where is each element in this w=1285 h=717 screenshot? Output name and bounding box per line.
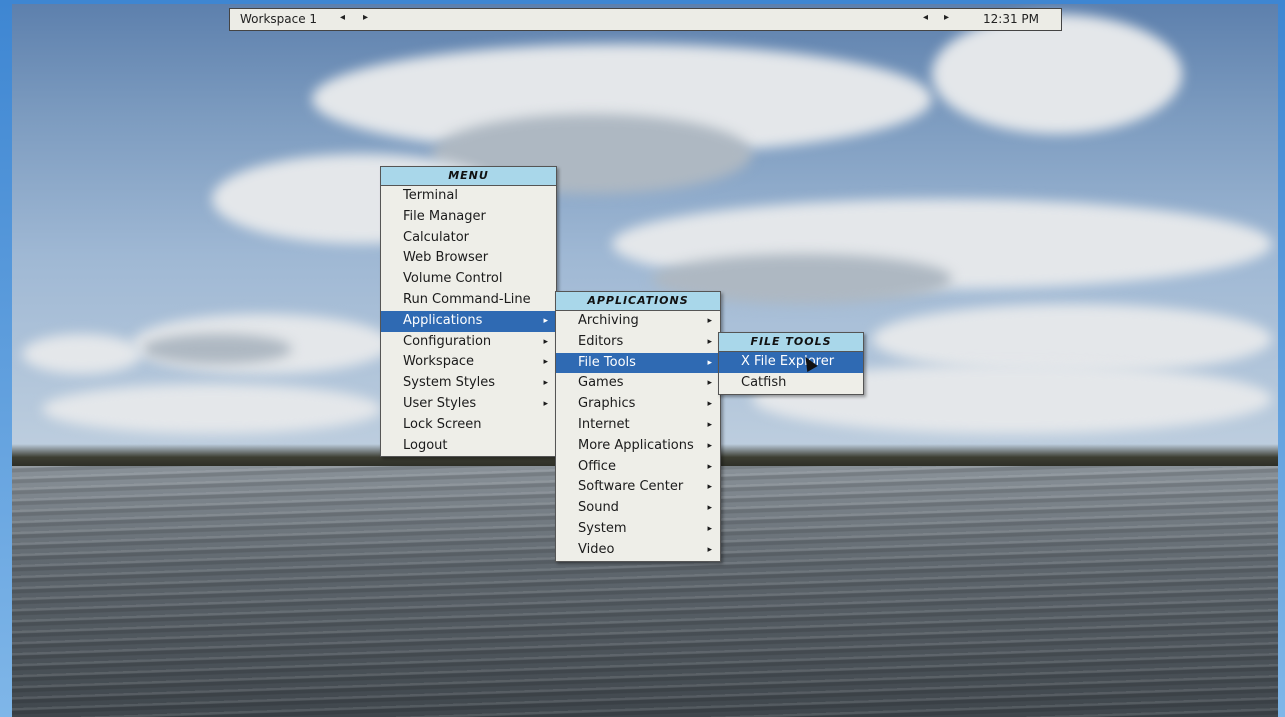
chevron-right-icon: ▸ xyxy=(707,544,712,555)
menu-item-label: X File Explorer xyxy=(741,354,835,369)
menu-item-configuration[interactable]: Configuration ▸ xyxy=(381,332,556,353)
menu-item-catfish[interactable]: Catfish xyxy=(719,373,863,394)
workspace-prev-arrow-icon[interactable]: ◂ xyxy=(340,12,345,23)
chevron-right-icon: ▸ xyxy=(707,399,712,410)
menu-item-logout[interactable]: Logout xyxy=(381,436,556,457)
menu-item-games[interactable]: Games ▸ xyxy=(556,373,720,394)
chevron-right-icon: ▸ xyxy=(543,336,548,347)
menu-item-x-file-explorer[interactable]: X File Explorer xyxy=(719,352,863,373)
menu-item-label: Catfish xyxy=(741,374,787,390)
chevron-right-icon: ▸ xyxy=(707,336,712,347)
menu-item-label: Archiving xyxy=(578,313,639,328)
menu-item-terminal[interactable]: Terminal xyxy=(381,186,556,207)
menu-item-file-tools[interactable]: File Tools ▸ xyxy=(556,352,720,374)
chevron-right-icon: ▸ xyxy=(707,503,712,514)
menu-item-label: Internet xyxy=(578,416,630,432)
menu-item-run-command-line[interactable]: Run Command-Line xyxy=(381,290,556,311)
chevron-right-icon: ▸ xyxy=(707,357,712,368)
workspace-label[interactable]: Workspace 1 xyxy=(240,12,317,26)
menu-item-label: Volume Control xyxy=(403,271,503,287)
menu-item-label: Configuration xyxy=(403,333,492,349)
menu-item-label: Editors xyxy=(578,333,624,349)
menu-item-internet[interactable]: Internet ▸ xyxy=(556,415,720,436)
chevron-right-icon: ▸ xyxy=(707,440,712,451)
menu-item-label: Applications xyxy=(403,312,483,328)
chevron-right-icon: ▸ xyxy=(707,378,712,389)
menu-item-label: Lock Screen xyxy=(403,416,482,432)
menu-item-label: Terminal xyxy=(403,188,458,203)
chevron-right-icon: ▸ xyxy=(707,461,712,472)
root-menu-title: MENU xyxy=(381,167,556,186)
clock: 12:31 PM xyxy=(983,12,1039,26)
menu-item-lock-screen[interactable]: Lock Screen xyxy=(381,415,556,436)
menu-item-user-styles[interactable]: User Styles ▸ xyxy=(381,394,556,415)
menu-item-video[interactable]: Video ▸ xyxy=(556,540,720,561)
menu-item-sound[interactable]: Sound ▸ xyxy=(556,498,720,519)
window-prev-arrow-icon[interactable]: ◂ xyxy=(923,12,928,23)
menu-item-label: Run Command-Line xyxy=(403,291,531,307)
menu-item-system-styles[interactable]: System Styles ▸ xyxy=(381,373,556,394)
menu-item-software-center[interactable]: Software Center ▸ xyxy=(556,477,720,498)
menu-item-graphics[interactable]: Graphics ▸ xyxy=(556,394,720,415)
menu-item-office[interactable]: Office ▸ xyxy=(556,457,720,478)
menu-item-web-browser[interactable]: Web Browser xyxy=(381,248,556,269)
chevron-right-icon: ▸ xyxy=(543,315,548,326)
menu-item-label: Office xyxy=(578,458,616,474)
menu-item-applications[interactable]: Applications ▸ xyxy=(381,310,556,332)
menu-item-label: Web Browser xyxy=(403,250,489,266)
file-tools-submenu-title: FILE TOOLS xyxy=(719,333,863,352)
menu-item-calculator[interactable]: Calculator xyxy=(381,228,556,249)
menu-item-label: System xyxy=(578,520,627,536)
menu-item-label: Workspace xyxy=(403,354,475,370)
chevron-right-icon: ▸ xyxy=(543,357,548,368)
menu-item-workspace[interactable]: Workspace ▸ xyxy=(381,352,556,373)
menu-item-label: File Tools xyxy=(578,354,636,370)
menu-item-label: System Styles xyxy=(403,375,496,391)
menu-item-system[interactable]: System ▸ xyxy=(556,519,720,540)
applications-submenu-title: APPLICATIONS xyxy=(556,292,720,311)
chevron-right-icon: ▸ xyxy=(543,378,548,389)
chevron-right-icon: ▸ xyxy=(707,523,712,534)
menu-item-label: File Manager xyxy=(403,208,486,224)
menu-item-label: Video xyxy=(578,541,615,557)
menu-item-editors[interactable]: Editors ▸ xyxy=(556,332,720,353)
menu-item-label: User Styles xyxy=(403,395,477,411)
menu-item-more-applications[interactable]: More Applications ▸ xyxy=(556,436,720,457)
menu-item-label: Calculator xyxy=(403,229,470,245)
file-tools-submenu: FILE TOOLS X File Explorer Catfish xyxy=(718,332,864,395)
window-next-arrow-icon[interactable]: ▸ xyxy=(944,12,949,23)
menu-item-label: Sound xyxy=(578,500,619,516)
menu-item-file-manager[interactable]: File Manager xyxy=(381,207,556,228)
top-panel: Workspace 1 ◂ ▸ ◂ ▸ 12:31 PM xyxy=(229,8,1062,31)
menu-item-label: More Applications xyxy=(578,437,694,453)
chevron-right-icon: ▸ xyxy=(707,419,712,430)
menu-item-label: Logout xyxy=(403,437,448,453)
applications-submenu: APPLICATIONS Archiving ▸ Editors ▸ File To… xyxy=(555,291,721,562)
menu-item-label: Software Center xyxy=(578,479,684,495)
menu-item-label: Graphics xyxy=(578,396,636,412)
menu-item-archiving[interactable]: Archiving ▸ xyxy=(556,311,720,332)
root-menu: MENU Terminal File Manager Calculator We… xyxy=(380,166,557,458)
chevron-right-icon: ▸ xyxy=(543,398,548,409)
chevron-right-icon: ▸ xyxy=(707,482,712,493)
chevron-right-icon: ▸ xyxy=(707,316,712,326)
menu-item-label: Games xyxy=(578,375,624,391)
workspace-next-arrow-icon[interactable]: ▸ xyxy=(363,12,368,23)
menu-item-volume-control[interactable]: Volume Control xyxy=(381,269,556,290)
